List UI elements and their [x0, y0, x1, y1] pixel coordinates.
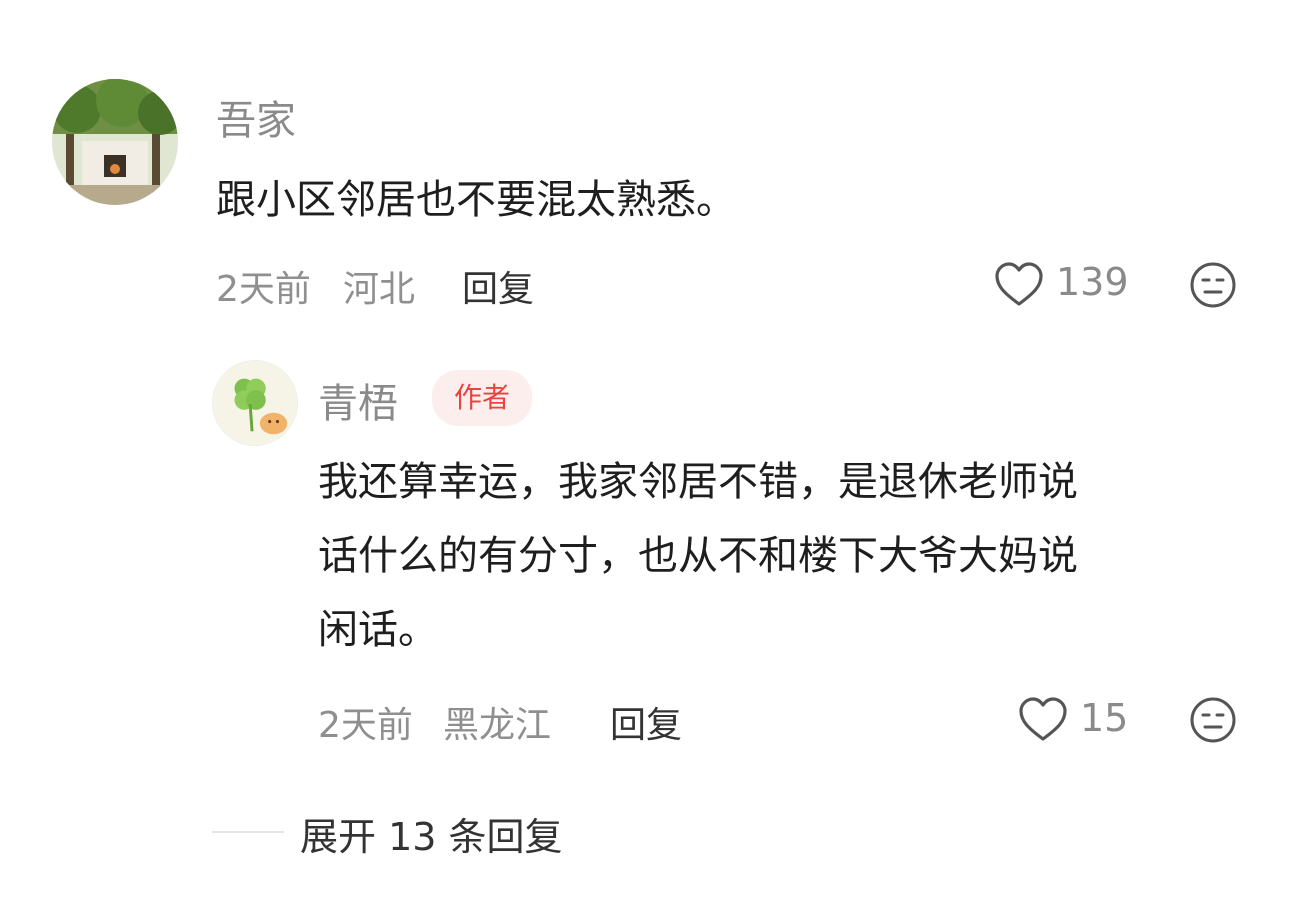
meh-face-icon[interactable]	[1189, 261, 1237, 309]
reply-time: 2天前	[318, 705, 413, 746]
comment-time: 2天前	[216, 269, 311, 310]
heart-outline-icon[interactable]	[1018, 697, 1068, 743]
reply-like-count: 15	[1080, 696, 1129, 740]
heart-outline-icon[interactable]	[994, 262, 1044, 308]
commenter-username[interactable]: 吾家	[216, 88, 296, 146]
expand-divider	[212, 831, 284, 833]
comment-location: 河北	[343, 269, 416, 310]
comment-text: 跟小区邻居也不要混太熟悉。	[216, 177, 736, 223]
commenter-avatar[interactable]	[52, 79, 178, 205]
meh-face-icon[interactable]	[1189, 696, 1237, 744]
reply-text-line-3: 闲话。	[318, 607, 438, 653]
replier-username[interactable]: 青梧	[318, 371, 398, 429]
reply-reply-button[interactable]: 回复	[610, 696, 682, 748]
expand-replies-button[interactable]: 展开 13 条回复	[300, 806, 563, 861]
reply-text-line-2: 话什么的有分寸，也从不和楼下大爷大妈说	[318, 533, 1078, 579]
reply-text-line-1: 我还算幸运，我家邻居不错，是退休老师说	[318, 459, 1078, 505]
replier-avatar[interactable]	[212, 360, 298, 446]
reply-location: 黑龙江	[443, 705, 552, 746]
comment-reply-button[interactable]: 回复	[462, 260, 534, 312]
comment-like-count: 139	[1056, 260, 1129, 304]
author-badge: 作者	[432, 370, 533, 426]
